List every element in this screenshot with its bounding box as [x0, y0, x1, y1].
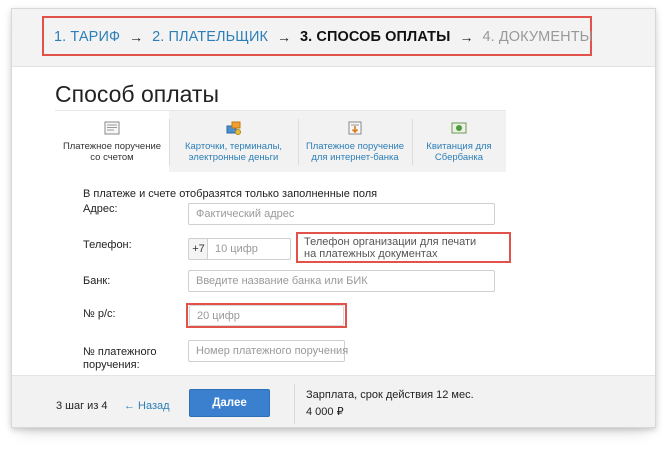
step-payer[interactable]: 2. ПЛАТЕЛЬЩИК: [152, 29, 268, 45]
tab-label: Платежное поручение со счетом: [62, 141, 162, 163]
address-input[interactable]: Фактический адрес: [188, 203, 495, 225]
arrow-icon: →: [459, 29, 474, 45]
receipt-icon: [451, 122, 467, 134]
tab-cards-terminals[interactable]: Карточки, терминалы, электронные деньги: [169, 111, 298, 173]
order-label: № платежного поручения:: [83, 346, 157, 371]
step-documents: 4. ДОКУМЕНТЫ: [482, 29, 593, 45]
step-counter: 3 шаг из 4: [56, 400, 108, 412]
arrow-icon: →: [277, 29, 292, 45]
phone-prefix: +7: [188, 238, 208, 260]
plan-price: 4 000 ₽: [306, 406, 344, 418]
arrow-icon: →: [129, 29, 144, 45]
order-number-input[interactable]: Номер платежного поручения: [188, 340, 348, 362]
tab-sberbank-receipt[interactable]: Квитанция для Сбербанка: [412, 111, 506, 173]
cards-icon: [226, 121, 241, 135]
payment-method-tabs: Платежное поручение со счетом Карточки, т…: [55, 110, 506, 173]
steps-breadcrumb: 1. ТАРИФ → 2. ПЛАТЕЛЬЩИК → 3. СПОСОБ ОПЛ…: [54, 29, 593, 45]
wizard-footer: 3 шаг из 4 ← Назад Далее Зарплата, срок …: [12, 375, 655, 427]
download-document-icon: [348, 121, 362, 135]
back-link[interactable]: ← Назад: [124, 400, 170, 412]
step-tariff[interactable]: 1. ТАРИФ: [54, 29, 120, 45]
plan-summary: Зарплата, срок действия 12 мес.: [306, 389, 474, 401]
account-input[interactable]: 20 цифр: [189, 305, 344, 326]
steps-bar: 1. ТАРИФ → 2. ПЛАТЕЛЬЩИК → 3. СПОСОБ ОПЛ…: [12, 9, 655, 67]
tab-label: Квитанция для Сбербанка: [426, 141, 492, 163]
tab-label: Платежное поручение для интернет-банка: [305, 141, 405, 163]
footer-divider: [294, 384, 295, 424]
tab-label: Карточки, терминалы, электронные деньги: [184, 141, 283, 163]
step-payment-method: 3. СПОСОБ ОПЛАТЫ: [300, 29, 451, 45]
bank-label: Банк:: [83, 275, 111, 287]
next-button[interactable]: Далее: [189, 389, 270, 417]
phone-hint: Телефон организации для печати на платеж…: [296, 232, 511, 263]
form-note: В платеже и счете отобразятся только зап…: [83, 188, 378, 200]
phone-input[interactable]: 10 цифр: [207, 238, 291, 260]
tab-payment-order-internet-bank[interactable]: Платежное поручение для интернет-банка: [298, 111, 412, 173]
phone-label: Телефон:: [83, 239, 132, 251]
document-icon: [104, 121, 120, 135]
wizard-window: 1. ТАРИФ → 2. ПЛАТЕЛЬЩИК → 3. СПОСОБ ОПЛ…: [11, 8, 656, 428]
account-label: № р/с:: [83, 308, 116, 320]
tab-payment-order-invoice[interactable]: Платежное поручение со счетом: [55, 111, 169, 173]
page-title: Способ оплаты: [55, 81, 219, 107]
address-label: Адрес:: [83, 203, 118, 215]
bank-input[interactable]: Введите название банка или БИК: [188, 270, 495, 292]
